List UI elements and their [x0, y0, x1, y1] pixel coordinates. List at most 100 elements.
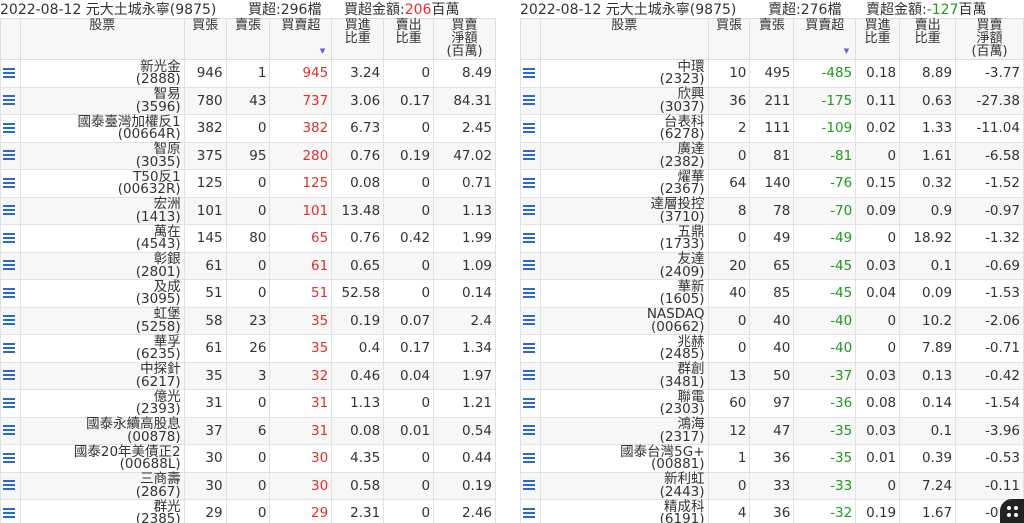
table-row[interactable]: 中環 (2323) 10 495 -485 0.18 8.89 -3.77: [520, 59, 1024, 88]
list-icon[interactable]: [3, 122, 15, 134]
stock-name-cell[interactable]: 新利虹 (2443): [539, 471, 709, 500]
list-icon[interactable]: [3, 452, 15, 464]
row-menu-cell[interactable]: [0, 499, 21, 523]
table-row[interactable]: 中探針 (6217) 35 3 32 0.46 0.04 1.97: [0, 361, 496, 390]
stock-name-cell[interactable]: 華孚 (6235): [19, 334, 185, 363]
table-row[interactable]: 欣興 (3037) 36 211 -175 0.11 0.63 -27.38: [520, 86, 1024, 115]
list-icon[interactable]: [523, 67, 535, 79]
column-header-buy[interactable]: 買張: [183, 18, 227, 60]
row-menu-cell[interactable]: [0, 279, 21, 308]
list-icon[interactable]: [523, 150, 535, 161]
table-row[interactable]: 彰銀 (2801) 61 0 61 0.65 0 1.09: [0, 251, 496, 280]
row-menu-cell[interactable]: [0, 444, 21, 473]
row-menu-cell[interactable]: [520, 196, 541, 225]
table-row[interactable]: 兆赫 (2485) 0 40 -40 0 7.89 -0.71: [520, 334, 1024, 363]
list-icon[interactable]: [3, 232, 15, 244]
table-row[interactable]: 宏洲 (1413) 101 0 101 13.48 0 1.13: [0, 196, 496, 225]
stock-name-cell[interactable]: 萬在 (4543): [19, 224, 185, 253]
stock-name-cell[interactable]: 億光 (2393): [19, 389, 185, 418]
column-header-net[interactable]: 買賣超 ▼: [793, 18, 857, 60]
column-header-sell[interactable]: 賣張: [225, 18, 271, 60]
stock-name-cell[interactable]: 鴻海 (2317): [539, 416, 709, 445]
row-menu-cell[interactable]: [0, 196, 21, 225]
row-menu-cell[interactable]: [0, 471, 21, 500]
stock-name-cell[interactable]: 五鼎 (1733): [539, 224, 709, 253]
list-icon[interactable]: [3, 507, 15, 519]
row-menu-cell[interactable]: [520, 86, 541, 115]
stock-name-cell[interactable]: 虹堡 (5258): [19, 306, 185, 335]
table-row[interactable]: 及成 (3095) 51 0 51 52.58 0 0.14: [0, 279, 496, 308]
list-icon[interactable]: [3, 205, 15, 216]
row-menu-cell[interactable]: [520, 361, 541, 390]
stock-name-cell[interactable]: 廣達 (2382): [539, 141, 709, 170]
table-row[interactable]: 國泰臺灣加權反1 (00664R) 382 0 382 6.73 0 2.45: [0, 114, 496, 143]
list-icon[interactable]: [3, 260, 15, 271]
stock-name-cell[interactable]: 中環 (2323): [539, 59, 709, 88]
row-menu-cell[interactable]: [520, 389, 541, 418]
stock-name-cell[interactable]: 國泰20年美債正2 (00688L): [19, 444, 185, 473]
column-header-sell-ratio[interactable]: 賣出 比重: [899, 18, 957, 60]
table-row[interactable]: 三商壽 (2867) 30 0 30 0.58 0 0.19: [0, 471, 496, 500]
row-menu-cell[interactable]: [0, 361, 21, 390]
row-menu-cell[interactable]: [520, 444, 541, 473]
table-row[interactable]: 五鼎 (1733) 0 49 -49 0 18.92 -1.32: [520, 224, 1024, 253]
table-row[interactable]: 虹堡 (5258) 58 23 35 0.19 0.07 2.4: [0, 306, 496, 335]
column-header-buy[interactable]: 買張: [707, 18, 751, 60]
row-menu-cell[interactable]: [0, 306, 21, 335]
list-icon[interactable]: [3, 150, 15, 161]
stock-name-cell[interactable]: 國泰永續高股息 (00878): [19, 416, 185, 445]
list-icon[interactable]: [3, 287, 15, 299]
list-icon[interactable]: [523, 480, 535, 491]
stock-name-cell[interactable]: 彰銀 (2801): [19, 251, 185, 280]
list-icon[interactable]: [3, 342, 15, 354]
row-menu-cell[interactable]: [520, 169, 541, 198]
list-icon[interactable]: [523, 452, 535, 464]
list-icon[interactable]: [523, 370, 535, 381]
row-menu-cell[interactable]: [0, 251, 21, 280]
stock-name-cell[interactable]: 宏洲 (1413): [19, 196, 185, 225]
row-menu-cell[interactable]: [520, 224, 541, 253]
list-icon[interactable]: [523, 507, 535, 519]
table-row[interactable]: 聯電 (2303) 60 97 -36 0.08 0.14 -1.54: [520, 389, 1024, 418]
list-icon[interactable]: [3, 95, 15, 106]
stock-name-cell[interactable]: 聯電 (2303): [539, 389, 709, 418]
row-menu-cell[interactable]: [0, 224, 21, 253]
table-row[interactable]: 鴻海 (2317) 12 47 -35 0.03 0.1 -3.96: [520, 416, 1024, 445]
grid-dots-icon[interactable]: [1000, 499, 1024, 523]
sort-down-icon[interactable]: ▼: [844, 45, 849, 58]
list-icon[interactable]: [3, 480, 15, 491]
row-menu-cell[interactable]: [520, 334, 541, 363]
row-menu-cell[interactable]: [520, 471, 541, 500]
list-icon[interactable]: [3, 315, 15, 326]
row-menu-cell[interactable]: [0, 59, 21, 88]
column-header-net-amount[interactable]: 買賣 淨額 (百萬): [433, 18, 496, 60]
stock-name-cell[interactable]: 三商壽 (2867): [19, 471, 185, 500]
table-row[interactable]: 精成科(6191)436-320.191.67-0.11: [520, 499, 1024, 523]
column-header-buy-ratio[interactable]: 買進 比重: [855, 18, 901, 60]
row-menu-cell[interactable]: [520, 251, 541, 280]
stock-name-cell[interactable]: 兆赫 (2485): [539, 334, 709, 363]
table-row[interactable]: 達層投控 (3710) 8 78 -70 0.09 0.9 -0.97: [520, 196, 1024, 225]
list-icon[interactable]: [523, 232, 535, 244]
stock-name-cell[interactable]: 及成 (3095): [19, 279, 185, 308]
stock-name-cell[interactable]: 精成科 (6191): [539, 499, 709, 523]
table-row[interactable]: 華孚 (6235) 61 26 35 0.4 0.17 1.34: [0, 334, 496, 363]
list-icon[interactable]: [3, 397, 15, 409]
list-icon[interactable]: [523, 177, 535, 189]
list-icon[interactable]: [523, 397, 535, 409]
stock-name-cell[interactable]: 智易 (3596): [19, 86, 185, 115]
table-row[interactable]: 國泰台灣5G+ (00881) 1 36 -35 0.01 0.39 -0.53: [520, 444, 1024, 473]
column-header-sell-ratio[interactable]: 賣出 比重: [383, 18, 435, 60]
column-header-stock[interactable]: 股票: [539, 18, 709, 60]
table-row[interactable]: 友達 (2409) 20 65 -45 0.03 0.1 -0.69: [520, 251, 1024, 280]
column-header-sell[interactable]: 賣張: [749, 18, 795, 60]
stock-name-cell[interactable]: 華新 (1605): [539, 279, 709, 308]
row-menu-cell[interactable]: [0, 86, 21, 115]
stock-name-cell[interactable]: 國泰臺灣加權反1 (00664R): [19, 114, 185, 143]
sort-down-icon[interactable]: ▼: [320, 45, 325, 58]
list-icon[interactable]: [523, 425, 535, 436]
stock-name-cell[interactable]: 台表科 (6278): [539, 114, 709, 143]
stock-name-cell[interactable]: 智原 (3035): [19, 141, 185, 170]
list-icon[interactable]: [3, 67, 15, 79]
stock-name-cell[interactable]: T50反1 (00632R): [19, 169, 185, 198]
